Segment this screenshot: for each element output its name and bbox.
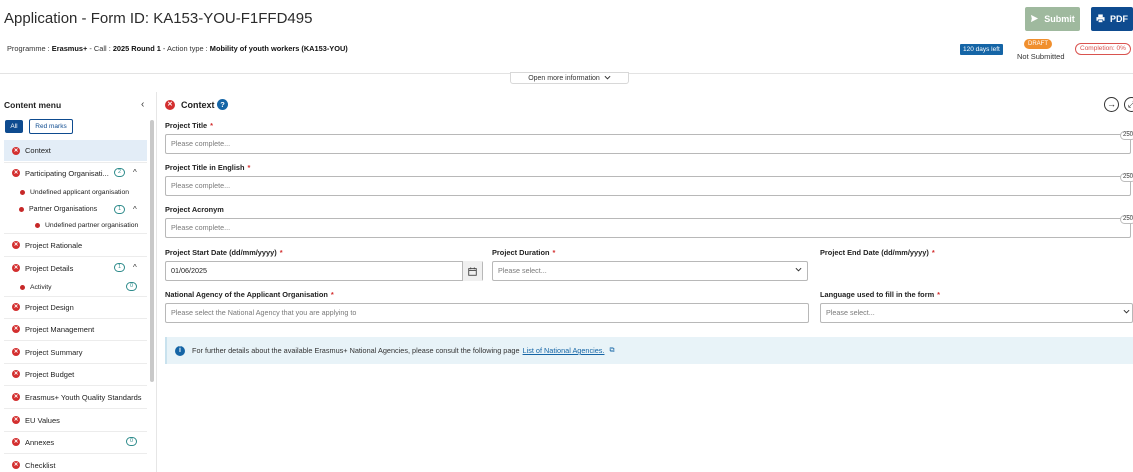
- completion-badge: Completion: 0%: [1075, 43, 1131, 55]
- open-more-info-button[interactable]: Open more information: [510, 72, 629, 84]
- char-counter: 250: [1120, 215, 1133, 224]
- chevron-down-icon: [604, 75, 611, 82]
- count-badge: 0: [126, 282, 137, 291]
- error-x-icon: ✕: [12, 438, 20, 446]
- project-acronym-input[interactable]: Please complete...: [165, 218, 1131, 238]
- national-agency-label: National Agency of the Applicant Organis…: [165, 290, 334, 299]
- error-dot-icon: [20, 189, 25, 195]
- sidebar-item-youth-quality-standards[interactable]: ✕ Erasmus+ Youth Quality Standards: [4, 390, 147, 404]
- char-counter: 250: [1120, 131, 1133, 140]
- error-x-icon: ✕: [12, 416, 20, 424]
- error-dot-icon: [19, 207, 24, 212]
- error-x-icon: ✕: [12, 393, 20, 401]
- duration-label: Project Duration *: [492, 248, 556, 257]
- error-x-icon: ✕: [12, 461, 20, 469]
- char-counter: 250: [1120, 173, 1133, 182]
- sidebar-item-context[interactable]: ✕ Context: [4, 140, 147, 161]
- start-date-input[interactable]: 01/06/2025: [165, 261, 483, 281]
- sidebar-item-project-design[interactable]: ✕ Project Design: [4, 300, 147, 314]
- error-x-icon: ✕: [12, 146, 20, 155]
- count-badge: 0: [126, 437, 137, 446]
- error-x-icon: ✕: [12, 348, 20, 356]
- error-x-icon: ✕: [12, 264, 20, 272]
- sidebar-item-checklist[interactable]: ✕ Checklist: [4, 458, 147, 472]
- error-x-icon: ✕: [12, 241, 20, 249]
- chevron-up-icon[interactable]: ^: [133, 168, 137, 177]
- project-title-en-input[interactable]: Please complete...: [165, 176, 1131, 196]
- error-x-icon: ✕: [12, 303, 20, 311]
- error-dot-icon: [20, 284, 25, 290]
- send-icon: [1030, 14, 1039, 25]
- sidebar-item-project-budget[interactable]: ✕ Project Budget: [4, 367, 147, 381]
- count-badge: 1: [114, 263, 125, 272]
- duration-select[interactable]: Please select...: [492, 261, 808, 281]
- language-label: Language used to fill in the form *: [820, 290, 941, 299]
- sidebar-item-undefined-partner[interactable]: Undefined partner organisation: [4, 219, 147, 231]
- language-select[interactable]: Please select...: [820, 303, 1133, 323]
- count-badge: 1: [114, 205, 125, 214]
- pdf-label: PDF: [1110, 14, 1128, 24]
- project-acronym-label: Project Acronym: [165, 205, 224, 214]
- submission-status: Not Submitted: [1017, 52, 1065, 61]
- sidebar-title: Content menu: [4, 100, 62, 110]
- start-date-label: Project Start Date (dd/mm/yyyy) *: [165, 248, 283, 257]
- help-icon[interactable]: ?: [217, 99, 228, 110]
- error-x-icon: ✕: [12, 370, 20, 378]
- calendar-icon[interactable]: [462, 261, 482, 281]
- sidebar-item-activity[interactable]: Activity 0: [4, 281, 147, 293]
- sidebar-item-project-details[interactable]: ✕ Project Details 1 ^: [4, 261, 147, 275]
- sidebar-item-partner-organisations[interactable]: Partner Organisations 1 ^: [4, 203, 147, 216]
- sidebar-item-eu-values[interactable]: ✕ EU Values: [4, 413, 147, 427]
- sidebar-item-project-rationale[interactable]: ✕ Project Rationale: [4, 238, 147, 252]
- days-left-badge: 120 days left: [960, 44, 1003, 55]
- end-date-label: Project End Date (dd/mm/yyyy) *: [820, 248, 935, 257]
- section-error-icon: ✕: [165, 100, 175, 110]
- sidebar-scrollbar[interactable]: [150, 120, 154, 382]
- next-section-icon[interactable]: →: [1104, 97, 1119, 112]
- info-banner: i For further details about the availabl…: [165, 337, 1133, 364]
- chevron-down-icon: [795, 265, 802, 274]
- project-title-en-label: Project Title in English *: [165, 163, 251, 172]
- national-agency-select[interactable]: Please select the National Agency that y…: [165, 303, 809, 323]
- page-title: Application - Form ID: KA153-YOU-F1FFD49…: [4, 10, 313, 27]
- chevron-up-icon[interactable]: ^: [133, 263, 137, 272]
- sidebar-item-project-summary[interactable]: ✕ Project Summary: [4, 345, 147, 359]
- national-agencies-link[interactable]: List of National Agencies.: [523, 346, 605, 355]
- breadcrumb: Programme : Erasmus+ - Call : 2025 Round…: [7, 44, 348, 53]
- draft-badge: DRAFT: [1024, 39, 1052, 49]
- info-icon: i: [175, 345, 185, 356]
- chevron-up-icon[interactable]: ^: [133, 205, 137, 214]
- submit-label: Submit: [1044, 14, 1075, 24]
- error-x-icon: ✕: [12, 169, 20, 177]
- filter-all-button[interactable]: All: [5, 120, 23, 133]
- project-title-input[interactable]: Please complete...: [165, 134, 1131, 154]
- error-x-icon: ✕: [12, 325, 20, 333]
- printer-icon: [1096, 13, 1105, 25]
- project-title-label: Project Title *: [165, 121, 214, 130]
- sidebar-divider: [156, 92, 157, 472]
- external-link-icon[interactable]: ⧉: [609, 347, 614, 355]
- sidebar-item-participating-organisations[interactable]: ✕ Participating Organisati... 2 ^: [4, 166, 147, 180]
- sidebar-item-annexes[interactable]: ✕ Annexes 0: [4, 435, 147, 449]
- sidebar-item-undefined-applicant[interactable]: Undefined applicant organisation: [4, 186, 147, 198]
- pdf-button[interactable]: PDF: [1091, 7, 1133, 31]
- expand-icon[interactable]: ⤢: [1124, 97, 1133, 112]
- filter-red-marks-button[interactable]: Red marks: [29, 119, 73, 134]
- section-title: Context: [181, 100, 215, 110]
- error-dot-icon: [35, 222, 40, 228]
- chevron-down-icon: [1123, 307, 1130, 316]
- sidebar-item-project-management[interactable]: ✕ Project Management: [4, 322, 147, 336]
- count-badge: 2: [114, 168, 125, 177]
- submit-button[interactable]: Submit: [1025, 7, 1080, 31]
- collapse-sidebar-icon[interactable]: ‹: [141, 99, 144, 110]
